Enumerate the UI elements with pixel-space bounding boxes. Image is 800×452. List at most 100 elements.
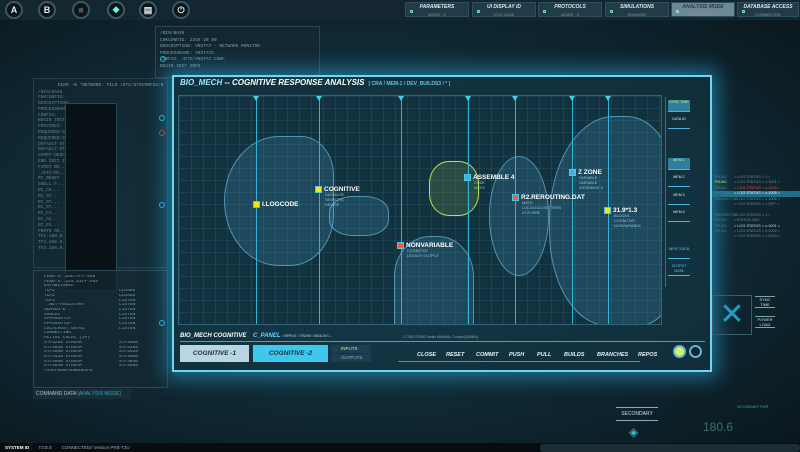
empty-slot-x-icon: ✕ xyxy=(712,295,752,335)
tab-label: UI DISPLAY ID xyxy=(487,4,521,10)
marker-cognitive[interactable]: COGNITIVE DATABASE SENSORS DEVICE xyxy=(315,186,360,208)
c-panel-path: / REPOS / TRUNK / BUILDS /... xyxy=(282,334,333,338)
status-ring-icon xyxy=(159,202,165,208)
command-label: COMMAND DATA xyxy=(36,391,77,397)
marker-sub: MATH xyxy=(474,186,485,191)
marker-label: R2.REROUTING.DAT xyxy=(521,194,585,202)
document-icon[interactable]: ▤ xyxy=(139,1,157,19)
action-builds-button[interactable]: BUILDS xyxy=(564,352,584,358)
breadcrumb: [ CRA / MEM-1 / DEV_BUILDS3 / * ] xyxy=(368,81,451,87)
marker-box-icon xyxy=(604,207,611,214)
c-panel-label: C_PANEL / REPOS / TRUNK / BUILDS /... xyxy=(253,333,332,339)
tab-label: PROTOCOLS xyxy=(554,4,586,10)
marker-label: NONVARIABLE xyxy=(406,242,454,250)
power-load-button[interactable]: POWER LOAD xyxy=(755,316,775,328)
connection-state: LISTEN xyxy=(119,326,136,331)
input-data-button[interactable]: INPUT DATA xyxy=(668,247,690,259)
c-panel-title: C_PANEL xyxy=(253,333,281,339)
status-track[interactable] xyxy=(540,444,800,452)
secondary-value: 180.6 xyxy=(703,420,734,434)
confirm-round-button[interactable] xyxy=(673,345,686,358)
action-close-button[interactable]: CLOSE xyxy=(417,352,436,358)
tab-label: SIMULATIONS xyxy=(619,4,655,10)
log-status: =STATUS-ON= xyxy=(734,218,760,223)
actions-underline xyxy=(398,361,640,362)
tab-sub: RUNNING xyxy=(627,12,647,17)
marker-31-9[interactable]: 31.9*1.3 BLOCKS COGNITIVE NONVARIABLE xyxy=(604,207,641,229)
panel-title: BIO_MECH -- COGNITIVE RESPONSE ANALYSIS[… xyxy=(180,78,450,87)
tab-ui-display-id[interactable]: UI DISPLAY ID COG DATA xyxy=(472,2,536,17)
mem-2-button[interactable]: MEM 2 xyxy=(668,175,690,187)
command-data-bar: COMMAND DATA [ANALYSIS MODE] xyxy=(33,389,131,399)
marker-guide-line xyxy=(319,96,320,324)
marker-z-zone[interactable]: Z ZONE VARIABLE VARIABLE ASSEMBLE 3 xyxy=(569,169,603,191)
action-push-button[interactable]: PUSH xyxy=(509,352,524,358)
bio-mech-cognitive-label: BIO_MECH COGNITIVE xyxy=(180,333,247,339)
connection-state: STF3508 xyxy=(119,364,138,369)
mem-1-button[interactable]: MEM 1 xyxy=(668,158,690,170)
settings-round-button[interactable] xyxy=(689,345,702,358)
sync-time-button[interactable]: SYNC TIME xyxy=(668,100,690,112)
output-data-button[interactable]: OUTPUT DATA xyxy=(668,264,690,276)
marker-sub: XYZ+DEB xyxy=(522,211,540,216)
version-label: T3.E.E xyxy=(38,445,53,450)
marker-logcode[interactable]: I.LOGCODE xyxy=(253,201,298,208)
user-icon[interactable]: ■ xyxy=(72,1,90,19)
wireframe-visualization[interactable]: I.LOGCODE COGNITIVE DATABASE SENSORS DEVICE… xyxy=(178,95,662,325)
cognitive-1-button[interactable]: COGNITIVE -1 xyxy=(180,345,249,362)
mem-4-button[interactable]: MEM 4 xyxy=(668,210,690,222)
action-branches-button[interactable]: BRANCHES xyxy=(597,352,628,358)
guide-triangle-icon xyxy=(465,96,471,101)
action-pull-button[interactable]: PULL xyxy=(537,352,551,358)
tab-parameters[interactable]: PARAMETERS MODE - 1 xyxy=(405,2,469,17)
network-icon[interactable]: ❖ xyxy=(107,1,125,19)
terminal-line: BEGIN INIT INFO xyxy=(160,63,201,69)
tab-database-access[interactable]: DATABASE ACCESS CONNECTED xyxy=(737,2,799,17)
tab-protocols[interactable]: PROTOCOLS MODE - 2 xyxy=(538,2,602,17)
action-reset-button[interactable]: RESET xyxy=(446,352,464,358)
sync-time-right-button[interactable]: SYNC TIME xyxy=(755,296,775,308)
action-repos-button[interactable]: REPOS xyxy=(638,352,657,358)
marker-guide-line xyxy=(468,96,469,324)
tab-sub: CONNECTED xyxy=(755,12,781,17)
diamond-icon: ◈ xyxy=(629,425,639,439)
tab-label: DATABASE ACCESS xyxy=(743,4,793,10)
secondary-pwr-label: SECONDARY PWR xyxy=(737,405,769,409)
connection-label: CONNECTED// session PRB-T3U xyxy=(61,445,130,450)
power-icon[interactable]: ⏻ xyxy=(172,1,190,19)
tab-label: ANALYSIS MODE xyxy=(682,4,724,10)
marker-r2-rerouting[interactable]: R2.REROUTING.DAT MATH LOCOLOCOSETTERS XYZ+D… xyxy=(512,194,585,216)
secondary-button[interactable]: SECONDARY xyxy=(616,407,658,421)
marker-label: COGNITIVE xyxy=(324,186,360,194)
tab-simulations[interactable]: SIMULATIONS RUNNING xyxy=(605,2,669,17)
log-status: = LOG STATUS = x-1006 = xyxy=(734,196,780,201)
marker-box-icon xyxy=(397,242,404,249)
b-button[interactable]: B xyxy=(38,1,56,19)
log-status: = LOG STATUS = x-1005 = xyxy=(734,191,780,196)
status-ring-icon xyxy=(159,320,165,326)
marker-assemble-4[interactable]: ASSEMBLE 4 CODE MATH xyxy=(464,174,515,191)
marker-box-icon xyxy=(569,169,576,176)
tab-analysis-mode[interactable]: ANALYSIS MODE AUTO-DETECT xyxy=(671,2,735,17)
terminal-header: ECHO -N "NETWORK: FILE /ETC/SYSCONFIG/NE… xyxy=(58,83,163,88)
log-status: = LOG STATUS = x-1002 = xyxy=(734,229,780,234)
marker-box-icon xyxy=(464,174,471,181)
outputs-toggle[interactable]: OUTPUTS xyxy=(331,354,371,362)
log-status: = LOG STATUS = x-1001 = xyxy=(734,180,780,185)
inputs-toggle[interactable]: INPUTS xyxy=(331,345,371,353)
marker-nonvariable[interactable]: NONVARIABLE COGNITIVE LEGACY OUTPUT xyxy=(397,242,453,259)
a-button[interactable]: A xyxy=(5,1,23,19)
guide-triangle-icon xyxy=(605,96,611,101)
guide-triangle-icon xyxy=(398,96,404,101)
data-id-button[interactable]: DATA ID xyxy=(668,117,690,129)
mem-3-button[interactable]: MEM 3 xyxy=(668,193,690,205)
log-status: = LOG STATUS = 1 = xyxy=(734,175,771,179)
status-ring-icon xyxy=(160,56,166,62)
bash-terminal-top: /BIN/BASH CHKCONFIG: 2345 20 80 DESCRIPTIO… xyxy=(155,26,320,78)
tab-sub: MODE - 2 xyxy=(561,12,579,17)
cognitive-2-button[interactable]: COGNITIVE -2 xyxy=(253,345,328,362)
title-b: -- COGNITIVE RESPONSE ANALYSIS xyxy=(224,78,365,87)
action-commit-button[interactable]: COMMIT xyxy=(476,352,498,358)
status-ring-icon xyxy=(159,115,165,121)
log-status: = LOG STATUS = 1 = xyxy=(734,212,771,217)
